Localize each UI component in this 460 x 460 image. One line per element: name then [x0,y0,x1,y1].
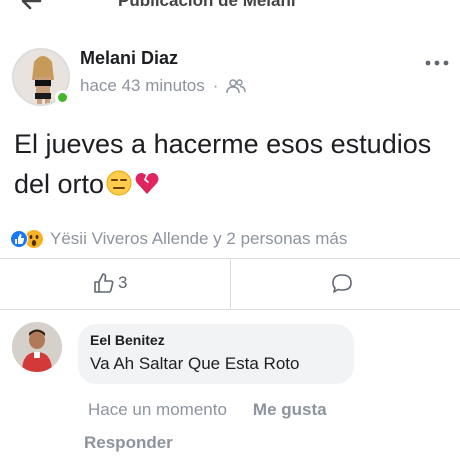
action-separator [230,259,231,309]
comment-bubble[interactable]: Eel Benitez Va Ah Saltar Que Esta Roto [78,324,354,384]
online-status-indicator [55,90,70,105]
comment-actions: Hace un momento Me gusta [88,400,327,420]
comment-bubble-icon [332,274,352,293]
friends-audience-icon [226,79,247,94]
expressionless-face-icon [106,170,132,196]
post-meta: hace 43 minutos · [80,76,247,96]
thumbs-up-icon [94,273,114,293]
page-title: Publicación de Melani [118,0,296,10]
comment-like-button[interactable]: Me gusta [253,400,327,420]
comment-reply-button[interactable]: Responder [84,433,173,453]
post-header: Melani Diaz hace 43 minutos · [0,38,460,114]
broken-heart-icon [135,173,159,194]
reactions-summary[interactable]: Yësii Viveros Allende y 2 personas más [10,226,347,252]
post-action-bar: 3 [0,259,460,309]
reactions-text[interactable]: Yësii Viveros Allende y 2 personas más [50,229,347,249]
meta-separator: · [212,76,219,95]
post-timestamp[interactable]: hace 43 minutos [80,76,205,96]
post-text: El jueves a hacerme esos estudios del or… [14,129,432,199]
comment-author[interactable]: Eel Benitez [90,332,165,348]
comment-button[interactable] [330,272,354,301]
commenter-avatar[interactable] [12,322,62,372]
more-options-icon[interactable] [422,56,452,70]
like-count: 3 [118,273,128,292]
like-reaction-icon [10,230,28,248]
commenter-photo-icon [12,322,62,372]
top-bar: Publicación de Melani [0,0,460,18]
post-body: El jueves a hacerme esos estudios del or… [14,124,444,204]
like-button[interactable]: 3 [92,271,127,295]
comment-text: Va Ah Saltar Que Esta Roto [90,354,300,373]
back-arrow-icon[interactable] [20,0,42,12]
divider [0,309,460,310]
comment-timestamp: Hace un momento [88,400,227,419]
post-author-name[interactable]: Melani Diaz [80,48,178,69]
